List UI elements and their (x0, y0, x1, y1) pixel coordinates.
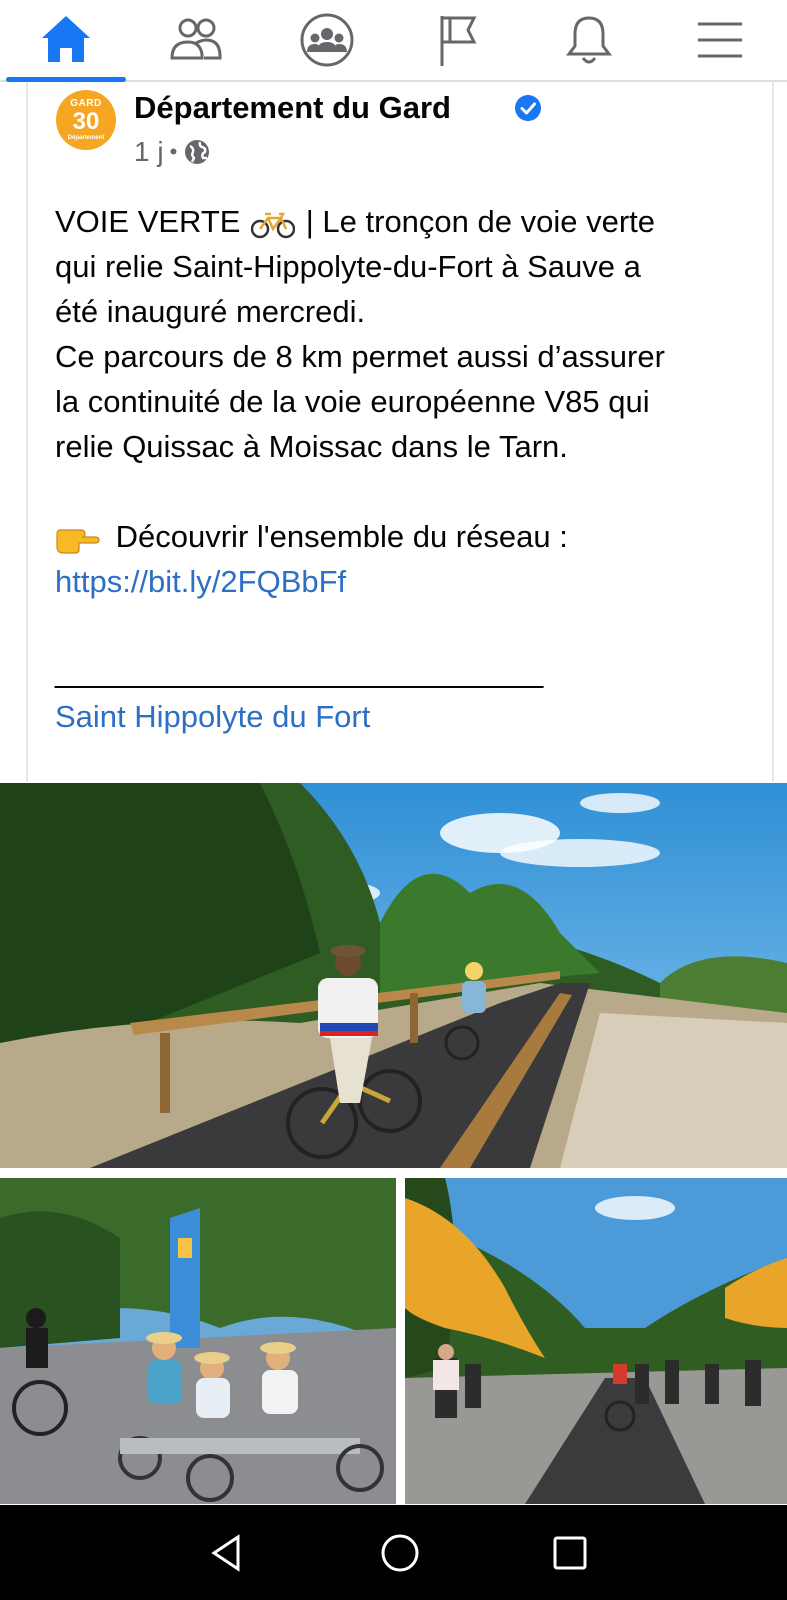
post-author-name[interactable]: Département du Gard (134, 90, 451, 126)
recumbent-bikes-crowd-photo[interactable] (0, 1178, 396, 1504)
back-button[interactable] (200, 1525, 256, 1581)
post-line-4: Ce parcours de 8 km permet aussi d’assur… (55, 339, 665, 374)
nav-friends-tab[interactable] (136, 0, 256, 80)
home-circle-icon (381, 1534, 419, 1572)
top-navigation-bar (0, 0, 787, 82)
friends-icon (170, 18, 222, 60)
flag-icon (440, 16, 477, 66)
avatar-label-bottom: Département (67, 135, 105, 141)
post-line-6: relie Quissac à Moissac dans le Tarn. (55, 429, 568, 464)
avatar-number: 30 (72, 108, 100, 135)
location-link[interactable]: Saint Hippolyte du Fort (55, 699, 370, 734)
bicycle-emoji-icon (251, 212, 296, 239)
post-body: VOIE VERTE | Le tronçon de voie verte qu… (55, 199, 755, 739)
groups-icon (300, 13, 354, 67)
post-line-5: la continuité de la voie européenne V85 … (55, 384, 650, 419)
cyclists-on-greenway-photo[interactable] (0, 783, 787, 1168)
recents-square-icon (553, 1536, 587, 1570)
post-line-1-start: VOIE VERTE (55, 204, 241, 239)
text-divider: ______________________________ (55, 654, 543, 689)
nav-home-tab[interactable] (6, 0, 126, 80)
back-icon (211, 1534, 240, 1572)
post-timestamp[interactable]: 1 j (134, 136, 164, 168)
recumbent-photo-illustration (0, 1178, 396, 1504)
post-line-1: VOIE VERTE | Le tronçon de voie verte (55, 199, 755, 244)
post-line-11: ______________________________ (55, 649, 755, 694)
nav-menu-tab[interactable] (660, 0, 780, 80)
hamburger-menu-icon (698, 22, 742, 58)
nav-notifications-tab[interactable] (529, 0, 649, 80)
pointing-hand-emoji-icon (56, 529, 100, 554)
verified-badge-icon (515, 95, 541, 121)
post-line-12: Saint Hippolyte du Fort (55, 694, 755, 739)
post-card: GARD 30 Département Département du Gard … (26, 82, 774, 782)
nav-pages-tab[interactable] (398, 0, 518, 80)
post-line-3: été inauguré mercredi. (55, 294, 366, 329)
meta-separator: • (169, 139, 178, 164)
bell-icon (566, 16, 612, 64)
system-navigation-bar (0, 1505, 787, 1600)
greenway-photo-illustration (0, 783, 787, 1168)
discover-network-text: Découvrir l'ensemble du réseau : (115, 519, 568, 554)
home-icon (42, 16, 90, 62)
post-line-9: https://bit.ly/2FQBbFf (55, 559, 755, 604)
post-line-8: Découvrir l'ensemble du réseau : (55, 514, 755, 559)
page-avatar[interactable]: GARD 30 Département (56, 90, 116, 150)
network-short-link[interactable]: https://bit.ly/2FQBbFf (55, 564, 346, 599)
home-button[interactable] (372, 1525, 428, 1581)
globe-icon (185, 140, 210, 164)
post-line-2: qui relie Saint-Hippolyte-du-Fort à Sauv… (55, 249, 641, 284)
post-line-1-end: | Le tronçon de voie verte (305, 204, 656, 239)
recents-button[interactable] (542, 1525, 598, 1581)
post-meta: 1 j • (134, 134, 211, 170)
nav-groups-tab[interactable] (267, 0, 387, 80)
flags-inauguration-crowd-photo[interactable] (405, 1178, 787, 1504)
flags-photo-illustration (405, 1178, 787, 1504)
